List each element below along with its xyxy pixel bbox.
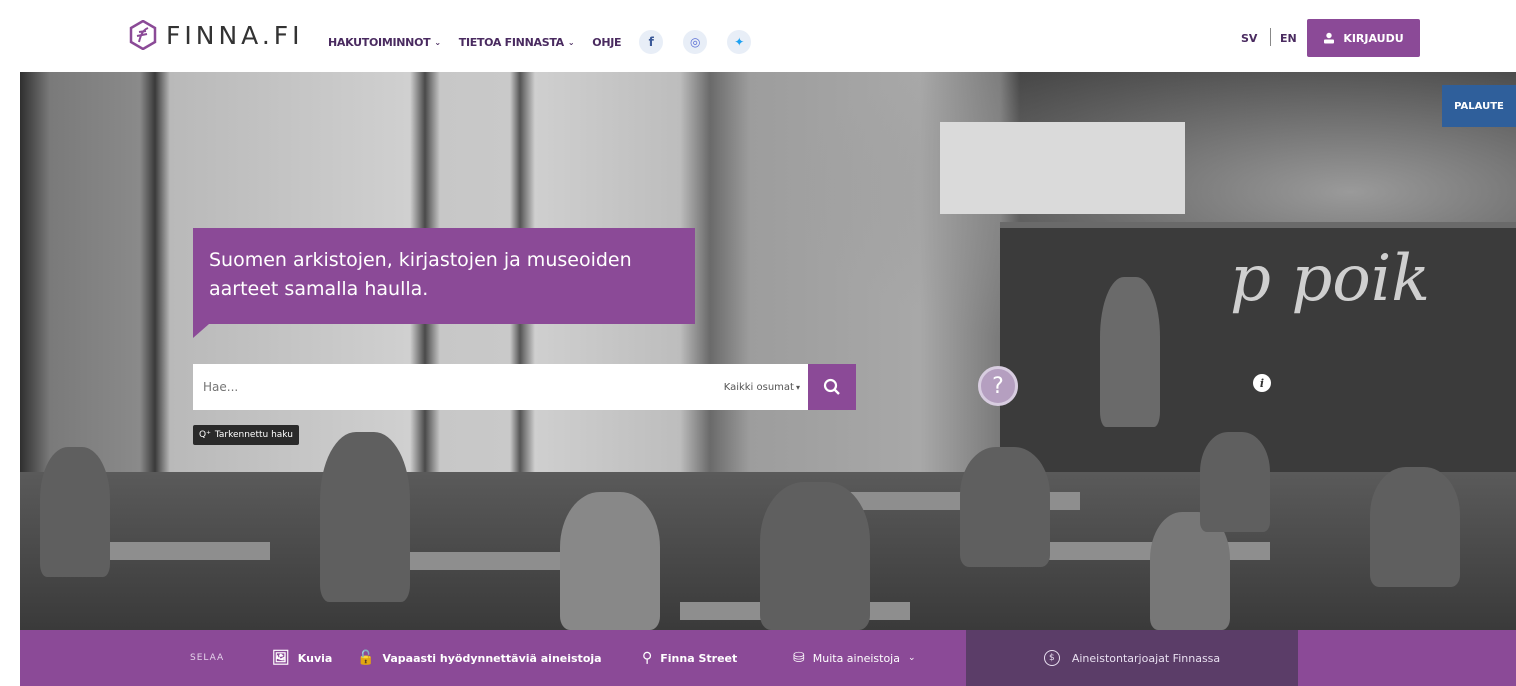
browse-item-label: Finna Street — [660, 651, 738, 665]
logo-text: FINNA.FI — [166, 20, 304, 50]
nav-label: TIETOA FINNASTA — [458, 35, 564, 49]
advanced-search-icon: Q⁺ — [199, 430, 211, 440]
open-lock-icon: 🔓 — [357, 650, 375, 666]
chevron-down-icon: ⌄ — [567, 37, 575, 47]
login-label: KIRJAUDU — [1343, 31, 1404, 45]
browse-other-materials-dropdown[interactable]: ⛁ Muita aineistoja ⌄ — [793, 650, 916, 666]
browse-open-data-link[interactable]: 🔓 Vapaasti hyödynnettäviä aineistoja — [357, 650, 602, 666]
twitter-icon[interactable]: ✦ — [727, 30, 752, 54]
search-scope-select[interactable]: Kaikki osumat ▾ — [724, 382, 808, 393]
search-icon — [823, 378, 840, 395]
chevron-down-icon: ⌄ — [434, 37, 441, 47]
nav-label: HAKUTOIMINNOT — [328, 35, 431, 49]
facebook-icon[interactable]: f — [639, 30, 664, 54]
search-scope-label: Kaikki osumat — [723, 381, 794, 393]
nav-ohje[interactable]: OHJE — [592, 36, 621, 49]
child-figure — [1370, 467, 1460, 587]
browse-item-label: Muita aineistoja — [812, 651, 900, 665]
chevron-down-icon: ▾ — [795, 382, 800, 392]
child-figure — [320, 432, 410, 602]
teacher-figure — [1100, 277, 1160, 427]
login-button[interactable]: KIRJAUDU — [1307, 19, 1420, 57]
search-button[interactable] — [808, 364, 856, 410]
browse-images-link[interactable]: 🖼 Kuvia — [272, 650, 332, 666]
child-figure — [1200, 432, 1270, 532]
instagram-icon[interactable]: ◎ — [683, 30, 708, 54]
map-pin-icon: ⚲ — [642, 650, 653, 666]
box-icon: ⛁ — [793, 650, 805, 666]
nav-hakutoiminnot[interactable]: HAKUTOIMINNOT ⌄ — [328, 36, 441, 49]
chevron-down-icon: ⌄ — [907, 653, 916, 663]
main-nav: HAKUTOIMINNOT ⌄ TIETOA FINNASTA ⌄ OHJE f… — [328, 30, 771, 54]
feedback-button[interactable]: PALAUTE — [1442, 85, 1516, 127]
chalkboard-writing: p poik — [1230, 242, 1431, 316]
advanced-search-label: Tarkennettu haku — [214, 430, 293, 440]
info-icon[interactable]: i — [1253, 374, 1271, 392]
nav-tietoa-finnasta[interactable]: TIETOA FINNASTA ⌄ — [459, 36, 575, 49]
help-icon[interactable]: ? — [978, 366, 1018, 406]
image-icon: 🖼 — [272, 650, 290, 666]
finna-logo[interactable]: FINNA.FI — [128, 20, 304, 50]
lang-divider — [1270, 28, 1271, 46]
browse-item-label: Kuvia — [297, 651, 333, 665]
lang-en-link[interactable]: EN — [1280, 32, 1297, 45]
projection-screen — [940, 122, 1185, 214]
nav-label: OHJE — [592, 35, 622, 49]
hero-background-photo: p poik — [20, 72, 1516, 630]
browse-item-label: Vapaasti hyödynnettäviä aineistoja — [382, 651, 602, 665]
providers-label: Aineistontarjoajat Finnassa — [1071, 651, 1221, 665]
browse-finna-street-link[interactable]: ⚲ Finna Street — [642, 650, 737, 666]
hero-tagline: Suomen arkistojen, kirjastojen ja museoi… — [193, 228, 695, 338]
search-bar: Kaikki osumat ▾ — [193, 364, 808, 410]
content-providers-link[interactable]: $ Aineistontarjoajat Finnassa — [966, 630, 1298, 686]
advanced-search-link[interactable]: Q⁺ Tarkennettu haku — [193, 425, 299, 445]
child-figure — [40, 447, 110, 577]
child-figure — [960, 447, 1050, 567]
child-figure — [560, 492, 660, 630]
browse-bar: SELAA 🖼 Kuvia 🔓 Vapaasti hyödynnettäviä … — [20, 630, 1516, 686]
site-header: FINNA.FI HAKUTOIMINNOT ⌄ TIETOA FINNASTA… — [0, 0, 1516, 72]
search-input[interactable] — [193, 364, 724, 410]
user-icon — [1324, 32, 1335, 44]
provider-icon: $ — [1043, 650, 1060, 666]
browse-label: SELAA — [190, 653, 225, 663]
child-figure — [760, 482, 870, 630]
finna-logo-icon — [129, 20, 157, 50]
lang-sv-link[interactable]: SV — [1241, 32, 1257, 45]
